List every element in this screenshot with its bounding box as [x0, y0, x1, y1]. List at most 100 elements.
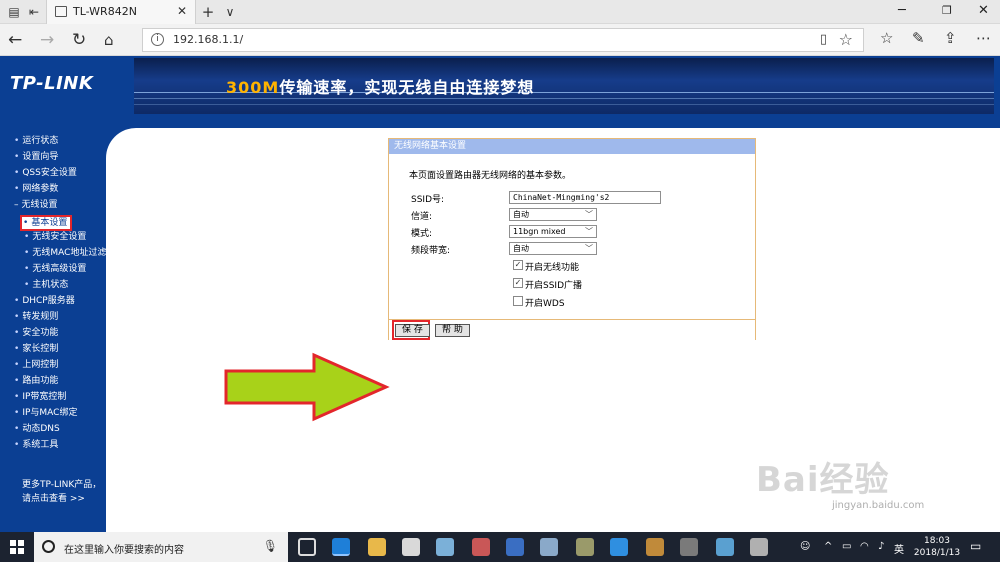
home-icon[interactable]: ⌂ — [104, 30, 114, 50]
app-icon-6[interactable] — [506, 538, 524, 556]
reading-view-icon[interactable]: ▯ — [820, 32, 827, 47]
edge-app-icon[interactable] — [332, 538, 350, 556]
sidebar-item-7[interactable]: 无线MAC地址过滤 — [24, 247, 106, 259]
arrow-shape — [224, 352, 390, 422]
page-icon — [55, 6, 67, 17]
tab-title: TL-WR842N — [73, 5, 137, 18]
task-view-icon[interactable] — [298, 538, 316, 556]
sidebar-item-1[interactable]: 设置向导 — [14, 151, 58, 163]
sidebar-item-16[interactable]: IP带宽控制 — [14, 391, 66, 403]
sidebar-menu: 运行状态设置向导 QSS安全设置网络参数无线设置基本设置无线安全设置无线MAC地址… — [0, 116, 106, 532]
share-icon[interactable]: ⇪ — [944, 29, 957, 47]
chevron-down-icon: ﹀ — [585, 210, 593, 219]
people-icon[interactable]: ☺ — [800, 541, 810, 552]
tray-chevron-icon[interactable]: ^ — [824, 541, 832, 552]
restore-icon[interactable]: ❐ — [942, 4, 952, 17]
volume-icon[interactable]: ♪ — [878, 541, 884, 552]
app-icon-4[interactable] — [436, 538, 454, 556]
sidebar-item-13[interactable]: 家长控制 — [14, 343, 58, 355]
sidebar-item-15[interactable]: 路由功能 — [14, 375, 58, 387]
ie-icon[interactable] — [610, 538, 628, 556]
wireless-enable-checkbox[interactable]: ✓ — [513, 260, 523, 270]
sidebar-item-12[interactable]: 安全功能 — [14, 327, 58, 339]
ime-indicator[interactable]: 英 — [894, 541, 904, 556]
url-text[interactable]: 192.168.1.1/ — [173, 33, 243, 46]
taskbar-search-box[interactable]: 在这里输入你要搜索的内容 🎙 — [34, 532, 288, 562]
file-explorer-icon[interactable] — [368, 538, 386, 556]
sidebar-item-10[interactable]: DHCP服务器 — [14, 295, 74, 307]
bandwidth-select[interactable]: 自动 ﹀ — [509, 242, 597, 255]
more-menu-icon[interactable]: ⋯ — [976, 29, 991, 47]
sidebar-item-6[interactable]: 无线安全设置 — [24, 231, 86, 243]
windows-taskbar: 在这里输入你要搜索的内容 🎙 ☺ ^ ▭ ◠ ♪ 英 18:03 2018/1/… — [0, 532, 1000, 562]
microphone-icon[interactable]: 🎙 — [263, 539, 278, 553]
minimize-icon[interactable]: ─ — [898, 3, 906, 18]
back-icon[interactable]: ← — [8, 30, 22, 50]
close-tab-icon[interactable]: ✕ — [177, 4, 187, 18]
clock[interactable]: 18:03 2018/1/13 — [910, 535, 964, 559]
tplink-logo: TP-LINK — [10, 73, 94, 94]
new-tab-button[interactable]: + — [200, 4, 216, 20]
network-tray-icon[interactable]: ▭ — [842, 541, 851, 552]
wifi-tray-icon[interactable]: ◠ — [860, 541, 869, 552]
help-button[interactable]: 帮 助 — [435, 324, 470, 337]
sidebar-item-19[interactable]: 系统工具 — [14, 439, 58, 451]
app-icon-5[interactable] — [472, 538, 490, 556]
sidebar-item-17[interactable]: IP与MAC绑定 — [14, 407, 77, 419]
forward-icon[interactable]: → — [40, 30, 54, 50]
close-window-icon[interactable]: ✕ — [978, 3, 989, 18]
app-icon-8[interactable] — [576, 538, 594, 556]
annotation-arrow — [224, 352, 390, 422]
windows-start-icon[interactable] — [10, 540, 24, 554]
search-placeholder: 在这里输入你要搜索的内容 — [64, 545, 184, 556]
sidebar-item-2[interactable]: QSS安全设置 — [14, 167, 77, 179]
sidebar-item-18[interactable]: 动态DNS — [14, 423, 59, 435]
chevron-down-icon: ﹀ — [585, 244, 593, 253]
site-info-icon[interactable]: i — [151, 33, 164, 46]
calculator-icon[interactable] — [402, 538, 420, 556]
wireless-enable-label: 开启无线功能 — [525, 263, 580, 273]
sidebar-item-11[interactable]: 转发规则 — [14, 311, 58, 323]
set-aside-tabs-icon[interactable]: ⇤ — [26, 4, 42, 20]
browser-tab-bar: ▤ ⇤ TL-WR842N ✕ + ∨ ─ ❐ ✕ — [0, 0, 1000, 24]
banner-slogan: 300M传输速率，实现无线自由连接梦想 — [226, 78, 535, 97]
sidebar-item-8[interactable]: 无线高级设置 — [24, 263, 86, 275]
sidebar-item-3[interactable]: 网络参数 — [14, 183, 58, 195]
ssid-input[interactable]: ChinaNet-Mingming's2 — [509, 191, 661, 204]
sidebar-item-5[interactable]: 基本设置 — [20, 215, 73, 231]
notification-icon[interactable]: ▭ — [970, 539, 981, 553]
media-player-icon[interactable] — [646, 538, 664, 556]
banner: TP-LINK 300M传输速率，实现无线自由连接梦想 — [0, 56, 1000, 116]
favorite-star-icon[interactable]: ☆ — [839, 30, 853, 49]
refresh-icon[interactable]: ↻ — [72, 30, 86, 50]
mode-label: 模式: — [411, 229, 433, 239]
web-note-icon[interactable]: ✎ — [912, 29, 925, 47]
tab-list-icon[interactable]: ▤ — [6, 4, 22, 20]
wds-checkbox[interactable] — [513, 296, 523, 306]
sidebar-item-14[interactable]: 上网控制 — [14, 359, 58, 371]
mode-select[interactable]: 11bgn mixed ﹀ — [509, 225, 597, 238]
ssid-broadcast-label: 开启SSID广播 — [525, 281, 583, 291]
baidu-watermark-url: jingyan.baidu.com — [832, 500, 925, 511]
app-icon-11[interactable] — [680, 538, 698, 556]
tab-preview-chevron-icon[interactable]: ∨ — [222, 4, 238, 20]
banner-image: 300M传输速率，实现无线自由连接梦想 — [134, 58, 994, 114]
address-bar[interactable]: i 192.168.1.1/ ▯ ☆ — [142, 28, 864, 52]
sidebar-item-9[interactable]: 主机状态 — [24, 279, 68, 291]
chevron-down-icon: ﹀ — [585, 227, 593, 236]
app-icon-13[interactable] — [750, 538, 768, 556]
ssid-broadcast-checkbox[interactable]: ✓ — [513, 278, 523, 288]
channel-select[interactable]: 自动 ﹀ — [509, 208, 597, 221]
network-app-icon[interactable] — [540, 538, 558, 556]
more-products-link[interactable]: 更多TP-LINK产品， 请点击查看 >> — [22, 478, 101, 506]
save-button[interactable]: 保 存 — [395, 324, 430, 337]
bandwidth-label: 频段带宽: — [411, 246, 451, 256]
screen: ▤ ⇤ TL-WR842N ✕ + ∨ ─ ❐ ✕ ← → ↻ ⌂ i 192.… — [0, 0, 1000, 562]
sidebar-item-0[interactable]: 运行状态 — [14, 135, 58, 147]
wireless-basic-panel: 无线网络基本设置 本页面设置路由器无线网络的基本参数。 SSID号: China… — [388, 138, 756, 340]
app-icon-12[interactable] — [716, 538, 734, 556]
tab-router[interactable]: TL-WR842N ✕ — [46, 0, 196, 24]
favorites-hub-icon[interactable]: ☆ — [880, 29, 893, 47]
sidebar-item-4[interactable]: 无线设置 — [14, 199, 58, 211]
browser-nav-bar: ← → ↻ ⌂ i 192.168.1.1/ ▯ ☆ ☆ ✎ ⇪ ⋯ — [0, 24, 1000, 56]
